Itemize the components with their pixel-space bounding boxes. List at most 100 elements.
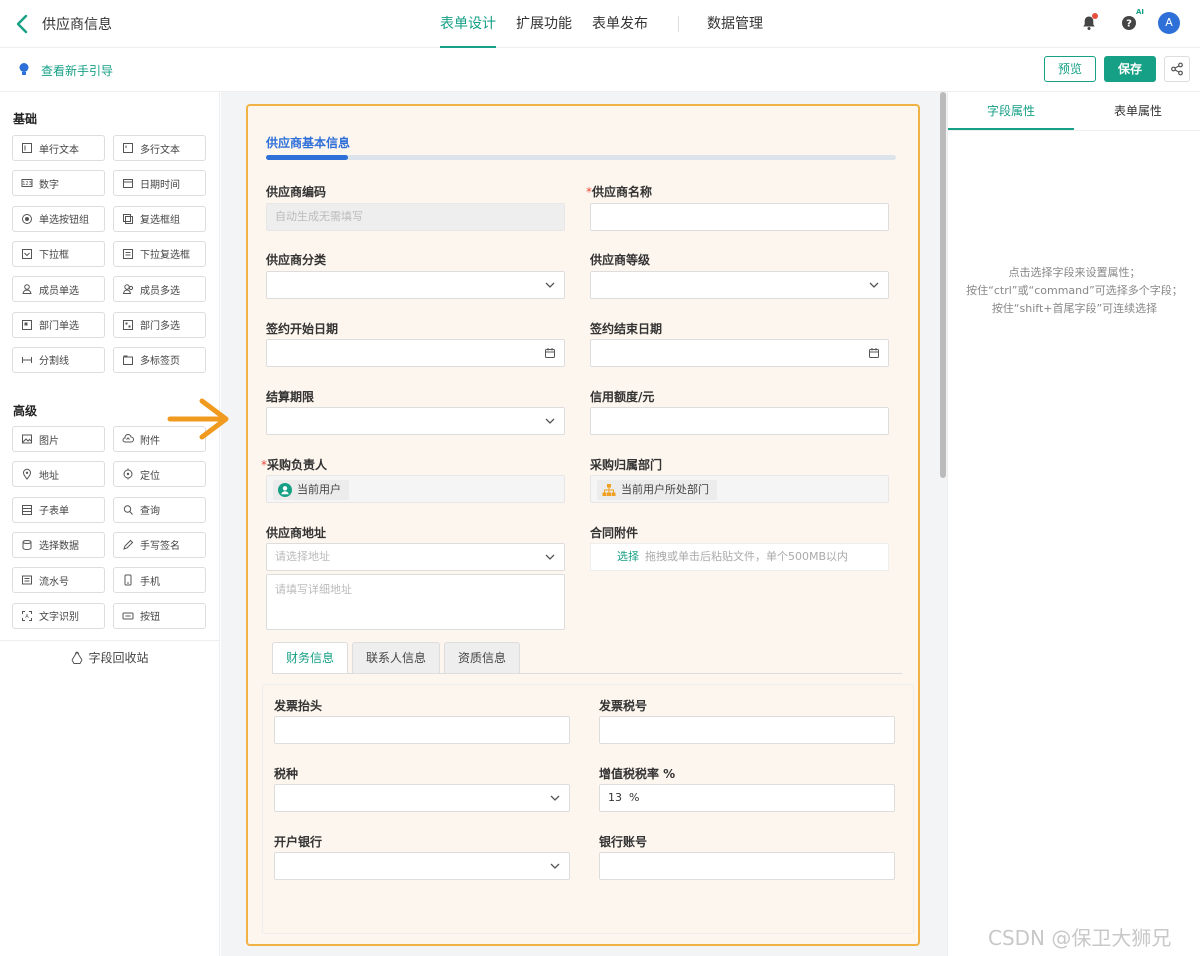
basic-group-title: 基础 (13, 112, 38, 126)
widget-tabs[interactable]: 多标签页 (113, 346, 206, 373)
widget-divider[interactable]: 分割线 (12, 346, 105, 373)
widget-image[interactable]: 图片 (12, 426, 105, 452)
pen-icon (122, 539, 134, 551)
tab-data-management[interactable]: 数据管理 (707, 0, 763, 48)
widget-checkbox[interactable]: 复选框组 (113, 205, 206, 232)
supplier-name-input[interactable] (590, 203, 889, 231)
contract-end-input[interactable] (590, 339, 889, 367)
widget-department[interactable]: 部门单选 (12, 311, 105, 338)
chevron-down-icon (550, 863, 560, 869)
widget-subform[interactable]: 子表单 (12, 496, 105, 523)
widget-pen[interactable]: 手写签名 (113, 531, 206, 558)
tab-contact-info[interactable]: 联系人信息 (352, 642, 441, 674)
section-bar (266, 155, 896, 160)
widget-members[interactable]: 成员多选 (113, 276, 206, 303)
notification-dot (1092, 13, 1098, 19)
widget-label: 手机 (140, 576, 160, 588)
widget-multi-line-text[interactable]: 多行文本 (113, 135, 206, 161)
tab-qualification-info[interactable]: 资质信息 (444, 642, 521, 674)
tax-type-select[interactable] (274, 784, 570, 812)
widget-label: 单选按钮组 (39, 215, 89, 227)
calendar-icon (122, 177, 134, 189)
chevron-down-icon (550, 795, 560, 801)
supplier-level-select[interactable] (590, 271, 889, 299)
bank-select[interactable] (274, 852, 570, 880)
widget-label: 多标签页 (140, 356, 180, 368)
buyer-field[interactable]: 当前用户 (266, 475, 565, 503)
widget-query[interactable]: 查询 (113, 496, 206, 523)
dropdown-icon (21, 248, 33, 260)
widget-location-pin[interactable]: 地址 (12, 461, 105, 488)
invoice-title-input[interactable] (274, 716, 570, 744)
attachment-select-link[interactable]: 选择 (617, 550, 639, 563)
tab-form-properties[interactable]: 表单属性 (1075, 92, 1200, 130)
share-button[interactable] (1164, 56, 1190, 82)
tab-form-design[interactable]: 表单设计 (440, 0, 496, 48)
buyer-dept-field[interactable]: 当前用户所处部门 (590, 475, 889, 503)
location-pin-icon (21, 468, 33, 481)
widget-label: 单行文本 (39, 144, 79, 156)
credit-limit-input[interactable] (590, 407, 889, 435)
ocr-icon: A (21, 610, 33, 622)
address-detail-textarea[interactable]: 请填写详细地址 (266, 574, 565, 630)
credit-limit-label: 信用额度/元 (590, 390, 655, 404)
preview-button[interactable]: 预览 (1044, 56, 1096, 82)
notification-bell-icon[interactable] (1078, 12, 1100, 34)
attachment-upload[interactable]: 选择 拖拽或单击后粘贴文件，单个500MB以内 (590, 543, 889, 571)
share-icon (1171, 62, 1183, 76)
contract-start-input[interactable] (266, 339, 565, 367)
supplier-category-select[interactable] (266, 271, 565, 299)
serial-number-icon (21, 574, 33, 586)
widget-dropdown-multi[interactable]: 下拉复选框 (113, 240, 206, 267)
tax-number-label: 发票税号 (599, 699, 648, 713)
settlement-term-select[interactable] (266, 407, 565, 435)
current-user-tag: 当前用户 (273, 480, 349, 500)
widget-label: 文字识别 (39, 612, 79, 623)
vat-rate-input[interactable]: 13 % (599, 784, 895, 812)
tax-number-input[interactable] (599, 716, 895, 744)
widget-radio[interactable]: 单选按钮组 (12, 205, 105, 232)
top-icons: ? AI A (1078, 8, 1180, 34)
widget-dropdown[interactable]: 下拉框 (12, 240, 105, 267)
tab-publish[interactable]: 表单发布 (592, 0, 648, 48)
user-avatar[interactable]: A (1158, 12, 1180, 34)
form-card[interactable]: 供应商基本信息 供应商编码 自动生成无需填写 *供应商名称 供应商分类 供应商等… (246, 104, 920, 946)
widget-phone[interactable]: 手机 (113, 567, 206, 594)
tab-finance-info[interactable]: 财务信息 (272, 642, 349, 674)
widget-label: 分割线 (39, 356, 69, 368)
widget-label: 复选框组 (140, 215, 180, 227)
widget-serial-number[interactable]: 流水号 (12, 567, 105, 594)
widget-label: 成员单选 (39, 285, 79, 297)
address-select[interactable]: 请选择地址 (266, 543, 565, 571)
svg-text:A: A (25, 614, 29, 620)
back-arrow-icon[interactable] (14, 12, 30, 36)
widget-member[interactable]: 成员单选 (12, 276, 105, 303)
save-button[interactable]: 保存 (1104, 56, 1156, 82)
widget-button[interactable]: 按钮 (113, 602, 206, 629)
department-icon (21, 319, 33, 331)
widget-database[interactable]: 选择数据 (12, 531, 105, 558)
widget-calendar[interactable]: 日期时间 (113, 170, 206, 197)
tab-extensions[interactable]: 扩展功能 (516, 0, 572, 48)
canvas-scrollbar[interactable] (939, 92, 947, 956)
tabs-underline (948, 130, 1200, 131)
widget-panel: 基础 单行文本 多行文本 123 数字 日期时间单选按钮组 复选框组下拉框 下拉复选框成员单… (0, 92, 220, 956)
widget-label: 附件 (140, 435, 160, 447)
widget-crosshair[interactable]: 定位 (113, 461, 206, 488)
help-icon[interactable]: ? AI (1118, 8, 1144, 34)
field-recycle-bin[interactable]: 字段回收站 (0, 640, 219, 674)
widget-ocr[interactable]: A 文字识别 (12, 602, 105, 629)
widget-number[interactable]: 123 数字 (12, 170, 105, 197)
button-icon (122, 610, 134, 622)
app-title: 供应商信息 (42, 17, 112, 33)
widget-single-line-text[interactable]: 单行文本 (12, 135, 105, 161)
vat-rate-label: 增值税税率 % (599, 767, 676, 781)
tab-field-properties[interactable]: 字段属性 (948, 92, 1074, 130)
buyer-dept-label: 采购归属部门 (590, 458, 663, 472)
scroll-thumb[interactable] (940, 92, 946, 478)
tax-type-label: 税种 (274, 767, 299, 781)
widget-departments[interactable]: 部门多选 (113, 311, 206, 338)
guide-link[interactable]: 查看新手引导 (41, 62, 113, 79)
bank-account-input[interactable] (599, 852, 895, 880)
orange-arrow-icon (167, 398, 229, 440)
